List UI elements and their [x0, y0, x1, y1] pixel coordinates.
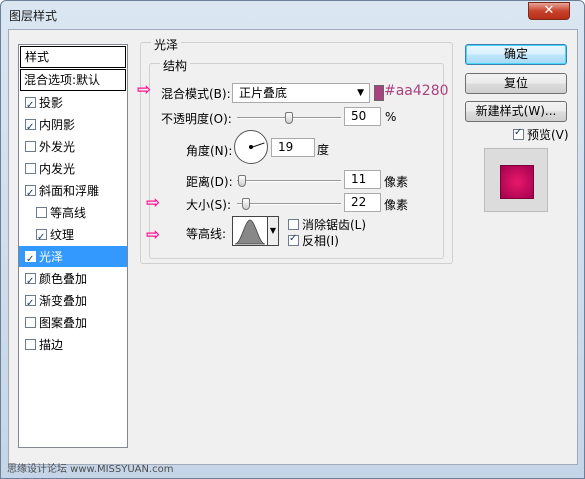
preview-check[interactable]	[513, 127, 524, 140]
style-checkbox[interactable]	[36, 207, 47, 218]
preview-checkbox[interactable]: 预览(V)	[513, 126, 569, 143]
invert-label: 反相(I)	[302, 234, 339, 248]
style-checkbox[interactable]	[25, 339, 36, 350]
style-item-label: 描边	[39, 338, 64, 352]
preview-swatch	[500, 165, 534, 199]
color-hex-label: #aa4280	[384, 83, 449, 99]
opacity-unit: %	[385, 110, 397, 124]
style-list-item[interactable]: 描边	[19, 334, 127, 356]
contour-dropdown-button[interactable]: ▼	[268, 216, 279, 246]
dialog-client-area: 样式 混合选项:默认 投影内阴影外发光内发光斜面和浮雕等高线纹理光泽颜色叠加渐变…	[8, 29, 578, 465]
new-style-button[interactable]: 新建样式(W)...	[465, 101, 567, 122]
style-checkbox[interactable]	[25, 249, 36, 271]
blend-options-item[interactable]: 混合选项:默认	[20, 69, 126, 91]
size-unit: 像素	[384, 198, 409, 212]
invert-checkbox[interactable]: 反相(I)	[288, 232, 339, 249]
style-list-item[interactable]: 斜面和浮雕	[19, 180, 127, 205]
style-item-label: 内发光	[39, 162, 76, 176]
reset-button[interactable]: 复位	[465, 73, 567, 94]
style-checkbox[interactable]	[25, 317, 36, 328]
style-checkbox[interactable]	[36, 227, 47, 249]
anti-alias-label: 消除锯齿(L)	[302, 218, 367, 232]
pointer-arrow-contour: ⇨	[146, 225, 161, 245]
style-item-label: 投影	[39, 96, 64, 110]
blend-mode-value: 正片叠底	[239, 86, 288, 100]
distance-unit: 像素	[384, 175, 409, 189]
style-item-label: 纹理	[50, 228, 75, 242]
distance-input[interactable]: 11	[344, 170, 381, 189]
watermark-text: 思缘设计论坛 www.MISSYUAN.com	[7, 464, 174, 475]
satin-group-title: 光泽	[151, 36, 182, 53]
style-list-item[interactable]: 渐变叠加	[19, 290, 127, 315]
style-list-item[interactable]: 颜色叠加	[19, 268, 127, 293]
style-item-label: 内阴影	[39, 118, 76, 132]
blend-mode-select[interactable]: 正片叠底 ▼	[232, 83, 370, 103]
title-bar[interactable]: 图层样式 ✕	[1, 1, 584, 29]
ok-button[interactable]: 确定	[465, 44, 567, 65]
style-item-label: 斜面和浮雕	[39, 184, 100, 198]
style-checkbox[interactable]	[25, 271, 36, 293]
style-checkbox[interactable]	[25, 95, 36, 117]
style-item-label: 渐变叠加	[39, 294, 88, 308]
style-list-item[interactable]: 等高线	[19, 202, 127, 224]
opacity-input[interactable]: 50	[344, 107, 381, 126]
invert-check[interactable]	[288, 233, 299, 246]
size-label: 大小(S):	[186, 198, 232, 212]
style-list-item[interactable]: 纹理	[19, 224, 127, 249]
angle-label: 角度(N):	[186, 144, 233, 158]
style-checkbox[interactable]	[25, 141, 36, 152]
style-list-header[interactable]: 样式	[20, 46, 126, 68]
style-list-item[interactable]: 光泽	[19, 246, 127, 271]
pointer-arrow-size: ⇨	[146, 193, 161, 213]
contour-picker[interactable]	[232, 216, 268, 246]
style-item-label: 图案叠加	[39, 316, 88, 330]
style-list-item[interactable]: 内发光	[19, 158, 127, 180]
contour-curve-icon	[234, 219, 266, 245]
style-list-item[interactable]: 外发光	[19, 136, 127, 158]
style-list-item[interactable]: 投影	[19, 92, 127, 117]
size-slider-thumb[interactable]	[242, 198, 251, 210]
style-checkbox[interactable]	[25, 163, 36, 174]
distance-slider-thumb[interactable]	[238, 175, 247, 187]
style-list-item[interactable]: 内阴影	[19, 114, 127, 139]
color-swatch[interactable]	[374, 85, 384, 101]
style-items: 投影内阴影外发光内发光斜面和浮雕等高线纹理光泽颜色叠加渐变叠加图案叠加描边	[19, 92, 127, 356]
angle-dial-hand	[251, 142, 265, 148]
style-list-item[interactable]: 图案叠加	[19, 312, 127, 334]
anti-alias-check[interactable]	[288, 219, 299, 230]
style-list: 样式 混合选项:默认 投影内阴影外发光内发光斜面和浮雕等高线纹理光泽颜色叠加渐变…	[18, 44, 128, 448]
style-checkbox[interactable]	[25, 117, 36, 139]
angle-unit: 度	[317, 143, 330, 157]
opacity-slider-thumb[interactable]	[285, 112, 293, 124]
opacity-label: 不透明度(O):	[161, 112, 232, 126]
preview-label: 预览(V)	[527, 128, 569, 142]
blend-mode-label: 混合模式(B):	[161, 87, 231, 101]
style-preview	[484, 148, 548, 212]
layer-style-dialog: 图层样式 ✕ 样式 混合选项:默认 投影内阴影外发光内发光斜面和浮雕等高线纹理光…	[0, 0, 585, 479]
distance-label: 距离(D):	[186, 175, 233, 189]
pointer-arrow-blend: ⇨	[137, 80, 152, 100]
size-slider[interactable]	[237, 203, 341, 205]
anti-alias-checkbox[interactable]: 消除锯齿(L)	[288, 216, 366, 233]
size-input[interactable]: 22	[344, 193, 381, 212]
style-item-label: 光泽	[39, 250, 64, 264]
close-button[interactable]: ✕	[528, 2, 570, 20]
style-item-label: 等高线	[50, 206, 87, 220]
window-title: 图层样式	[9, 9, 58, 23]
style-checkbox[interactable]	[25, 183, 36, 205]
angle-input[interactable]: 19	[271, 138, 315, 157]
chevron-down-icon: ▼	[357, 88, 364, 98]
distance-slider[interactable]	[237, 180, 341, 182]
contour-label: 等高线:	[186, 227, 227, 241]
style-item-label: 颜色叠加	[39, 272, 88, 286]
structure-group-title: 结构	[160, 57, 191, 74]
angle-dial[interactable]	[234, 130, 268, 164]
style-item-label: 外发光	[39, 140, 76, 154]
style-checkbox[interactable]	[25, 293, 36, 315]
